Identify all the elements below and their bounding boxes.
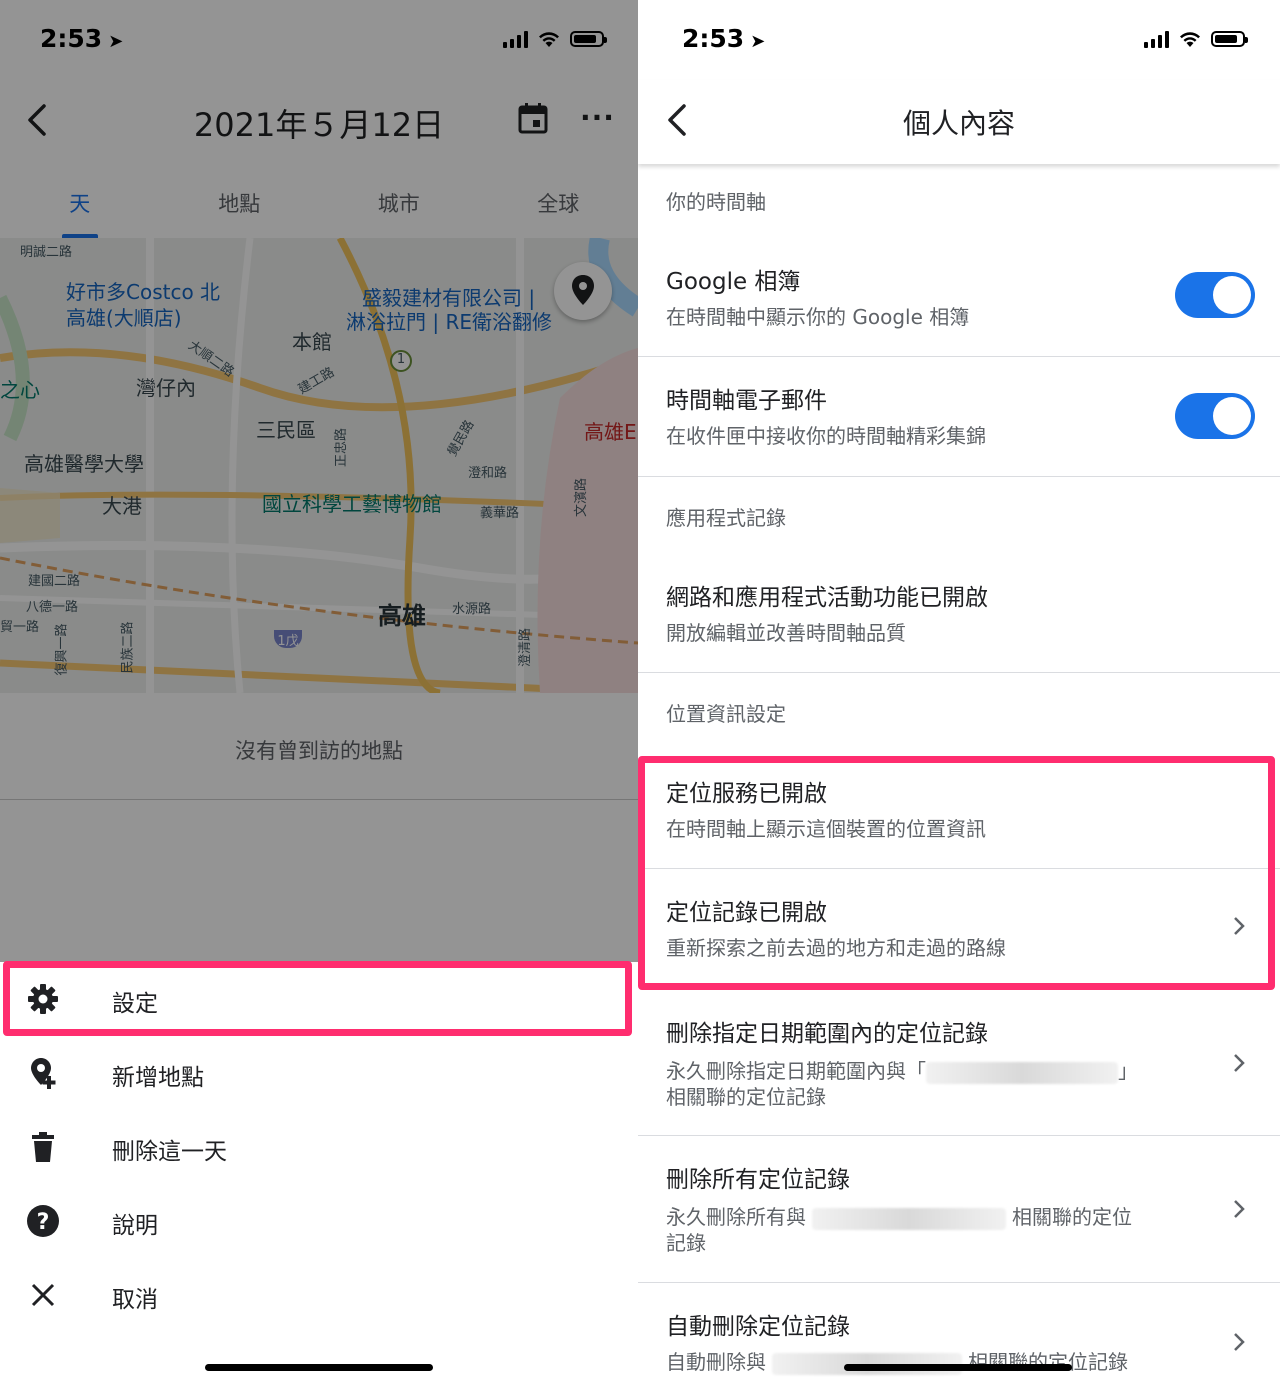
section-header-timeline: 你的時間軸 <box>666 190 766 214</box>
menu-label: 新增地點 <box>112 1065 204 1091</box>
timeline-email-toggle[interactable] <box>1175 393 1255 439</box>
divider <box>638 672 1280 673</box>
modal-scrim[interactable] <box>0 0 638 962</box>
signal-icon <box>1144 30 1169 48</box>
setting-auto-delete[interactable]: 自動刪除定位記錄 自動刪除與 相關聯的定位記錄 <box>638 1283 1280 1388</box>
menu-help[interactable]: ? 說明 <box>0 1184 638 1258</box>
setting-description: 在收件匣中接收你的時間軸精彩集錦 <box>666 424 986 448</box>
wifi-icon <box>1179 30 1201 48</box>
highlight-location-settings <box>638 756 1275 990</box>
setting-title: 時間軸電子郵件 <box>666 388 827 414</box>
page-title: 個人內容 <box>902 107 1015 140</box>
home-indicator <box>205 1364 433 1371</box>
setting-timeline-email[interactable]: 時間軸電子郵件 在收件匣中接收你的時間軸精彩集錦 <box>638 357 1280 476</box>
divider <box>638 476 1280 477</box>
chevron-right-icon <box>1232 1198 1246 1220</box>
close-icon <box>26 1278 60 1312</box>
setting-delete-all[interactable]: 刪除所有定位記錄 永久刪除所有與 相關聯的定位 記錄 <box>638 1136 1280 1282</box>
section-header-location: 位置資訊設定 <box>666 702 786 726</box>
section-header-app-history: 應用程式記錄 <box>666 506 786 530</box>
setting-title: 網路和應用程式活動功能已開啟 <box>666 585 988 611</box>
timeline-screen: 2:53 ➤ 2021年５月12日 ··· 天 地點 城市 全球 明誠二路 好市… <box>0 0 638 1388</box>
chevron-right-icon <box>1232 1331 1246 1353</box>
svg-text:?: ? <box>37 1210 50 1235</box>
status-bar: 2:53 ➤ <box>638 0 1276 80</box>
setting-web-app-activity[interactable]: 網路和應用程式活動功能已開啟 開放編輯並改善時間軸品質 <box>638 556 1280 672</box>
setting-description: 開放編輯並改善時間軸品質 <box>666 621 906 645</box>
menu-label: 取消 <box>112 1287 158 1313</box>
setting-description: 自動刪除與 相關聯的定位記錄 <box>666 1350 1128 1375</box>
trash-icon <box>26 1130 60 1164</box>
redacted-account <box>926 1061 1118 1084</box>
setting-title: 刪除所有定位記錄 <box>666 1167 850 1193</box>
highlight-settings <box>3 961 632 1036</box>
chevron-right-icon <box>1232 1052 1246 1074</box>
setting-description: 永久刪除所有與 相關聯的定位 記錄 <box>666 1205 1132 1255</box>
location-arrow-icon: ➤ <box>750 31 766 52</box>
add-place-icon <box>26 1056 60 1090</box>
menu-label: 說明 <box>112 1213 158 1239</box>
menu-label: 刪除這一天 <box>112 1139 227 1165</box>
setting-title: Google 相簿 <box>666 269 801 295</box>
help-icon: ? <box>26 1204 60 1238</box>
app-bar: 個人內容 <box>638 80 1280 164</box>
home-indicator <box>844 1364 1072 1371</box>
setting-description: 永久刪除指定日期範圍內與「」相關聯的定位記錄 <box>666 1059 1138 1109</box>
setting-title: 刪除指定日期範圍內的定位記錄 <box>666 1021 988 1047</box>
setting-delete-range[interactable]: 刪除指定日期範圍內的定位記錄 永久刪除指定日期範圍內與「」相關聯的定位記錄 <box>638 994 1280 1134</box>
setting-description: 在時間軸中顯示你的 Google 相簿 <box>666 305 970 329</box>
status-icons <box>1144 30 1248 48</box>
battery-icon <box>1211 31 1248 47</box>
menu-cancel[interactable]: 取消 <box>0 1258 638 1332</box>
menu-delete-day[interactable]: 刪除這一天 <box>0 1110 638 1184</box>
menu-add-place[interactable]: 新增地點 <box>0 1036 638 1110</box>
setting-title: 自動刪除定位記錄 <box>666 1314 850 1340</box>
personal-content-screen: 2:53 ➤ 個人內容 你的時間軸 Google 相簿 在時間軸中顯示你的 Goo… <box>638 0 1280 1388</box>
redacted-account <box>812 1207 1006 1230</box>
status-time: 2:53 ➤ <box>682 24 766 53</box>
setting-google-photos[interactable]: Google 相簿 在時間軸中顯示你的 Google 相簿 <box>638 238 1280 356</box>
google-photos-toggle[interactable] <box>1175 272 1255 318</box>
